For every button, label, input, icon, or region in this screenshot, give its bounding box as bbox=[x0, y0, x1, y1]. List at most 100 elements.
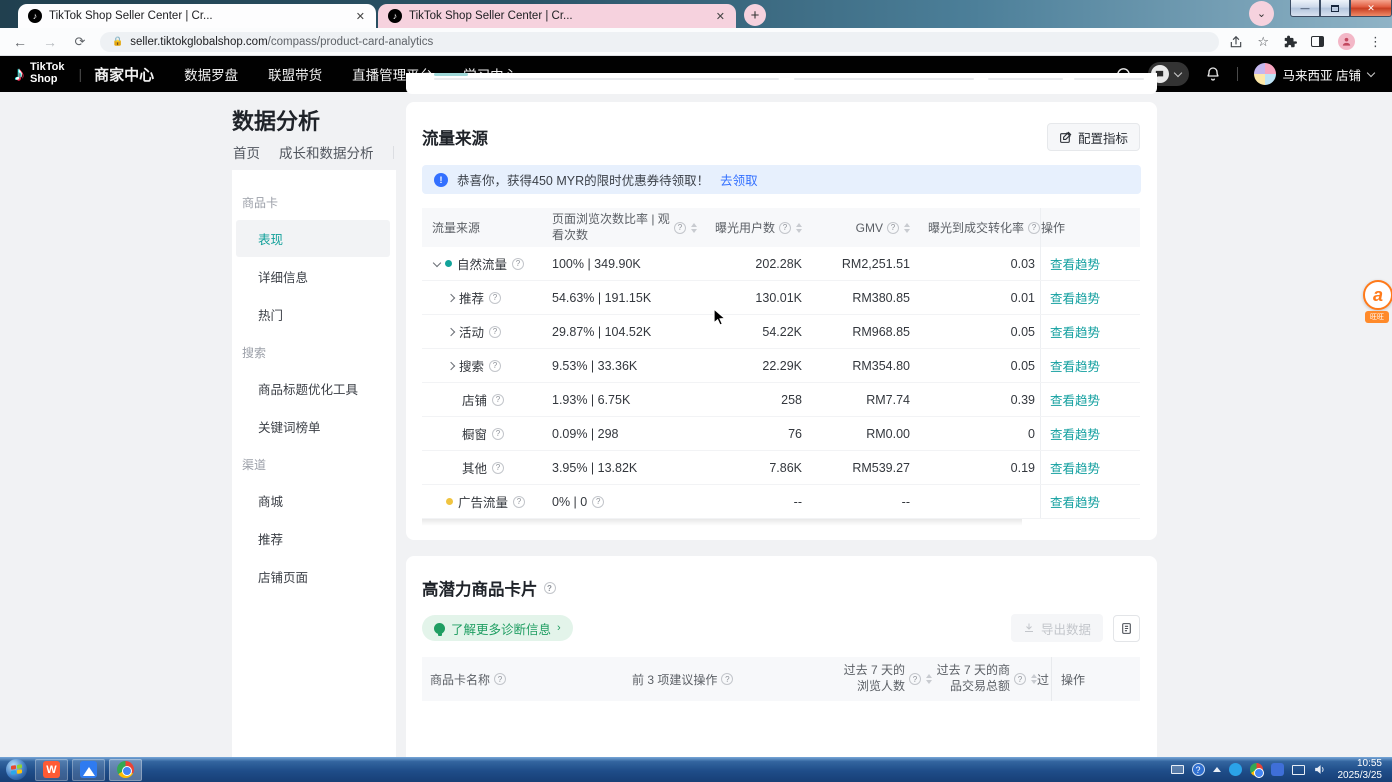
sidebar-item-商品标题优化工具[interactable]: 商品标题优化工具 bbox=[236, 370, 390, 407]
column-label: 前 3 项建议操作 bbox=[632, 671, 717, 688]
pageview-ratio-value: 1.93% | 6.75K bbox=[552, 393, 712, 407]
browser-profile-avatar[interactable] bbox=[1338, 33, 1355, 50]
sidebar-item-表现[interactable]: 表现 bbox=[236, 220, 390, 257]
expand-right-icon[interactable] bbox=[447, 361, 455, 369]
bell-icon[interactable] bbox=[1205, 66, 1221, 82]
store-switcher[interactable]: 马来西亚 店铺 bbox=[1254, 63, 1374, 85]
info-icon[interactable]: ? bbox=[492, 394, 504, 406]
info-icon[interactable]: ? bbox=[494, 673, 506, 685]
exposed-users-value: 202.28K bbox=[712, 257, 802, 271]
tab-search-chevron-icon[interactable]: ⌄ bbox=[1249, 1, 1274, 26]
side-panel-icon[interactable] bbox=[1311, 36, 1324, 47]
sidebar-item-详细信息[interactable]: 详细信息 bbox=[236, 258, 390, 295]
column-label: 操作 bbox=[1061, 671, 1085, 688]
configure-metrics-button[interactable]: 配置指标 bbox=[1047, 123, 1140, 151]
start-button[interactable] bbox=[6, 759, 27, 780]
ratio-text: 0% | 0 bbox=[552, 495, 587, 509]
taskbar-app-icon[interactable] bbox=[72, 759, 105, 781]
bookmark-star-icon[interactable]: ☆ bbox=[1257, 34, 1269, 50]
page-tab-2[interactable]: 成长和数据分析 bbox=[279, 142, 374, 168]
info-icon[interactable]: ? bbox=[779, 222, 791, 234]
window-minimize-button[interactable]: — bbox=[1290, 0, 1320, 17]
taskbar-chrome-icon[interactable] bbox=[109, 759, 142, 781]
wangwang-float-widget[interactable]: a 旺旺 bbox=[1363, 280, 1392, 323]
potential-info-icon[interactable]: ? bbox=[544, 582, 556, 594]
info-icon[interactable]: ? bbox=[1014, 673, 1026, 685]
store-name: 马来西亚 店铺 bbox=[1283, 65, 1361, 84]
view-trend-link[interactable]: 查看趋势 bbox=[1050, 322, 1100, 341]
tray-keyboard-icon[interactable] bbox=[1171, 765, 1184, 774]
view-trend-link[interactable]: 查看趋势 bbox=[1050, 424, 1100, 443]
ratio-text: 0.09% | 298 bbox=[552, 427, 619, 441]
tray-volume-icon[interactable] bbox=[1313, 763, 1326, 776]
report-doc-button[interactable] bbox=[1113, 615, 1140, 642]
info-icon[interactable]: ? bbox=[513, 496, 525, 508]
sidebar-item-商城[interactable]: 商城 bbox=[236, 482, 390, 519]
sidebar-item-热门[interactable]: 热门 bbox=[236, 296, 390, 333]
tray-app2-icon[interactable] bbox=[1271, 763, 1284, 776]
view-trend-link[interactable]: 查看趋势 bbox=[1050, 458, 1100, 477]
info-icon[interactable]: ? bbox=[492, 462, 504, 474]
info-icon[interactable]: ? bbox=[887, 222, 899, 234]
column-label: 曝光用户数 bbox=[715, 219, 775, 236]
url-omnibox[interactable]: 🔒 seller.tiktokglobalshop.com/compass/pr… bbox=[100, 32, 1219, 52]
diagnose-link[interactable]: 了解更多诊断信息 › bbox=[422, 615, 573, 641]
info-icon[interactable]: ? bbox=[592, 496, 604, 508]
window-maximize-button[interactable] bbox=[1320, 0, 1350, 17]
info-icon[interactable]: ? bbox=[721, 673, 733, 685]
expand-right-icon[interactable] bbox=[447, 327, 455, 335]
nav-item-2[interactable]: 数据罗盘 bbox=[184, 64, 238, 84]
view-trend-link[interactable]: 查看趋势 bbox=[1050, 390, 1100, 409]
view-trend-link[interactable]: 查看趋势 bbox=[1050, 356, 1100, 375]
window-close-button[interactable]: ✕ bbox=[1350, 0, 1392, 17]
info-icon[interactable]: ? bbox=[1028, 222, 1040, 234]
tab-close-icon[interactable]: ✕ bbox=[353, 10, 368, 23]
brand-top: TikTok bbox=[30, 61, 64, 73]
share-icon[interactable] bbox=[1229, 35, 1243, 49]
expand-down-icon[interactable] bbox=[433, 258, 441, 266]
potential-table-header: 商品卡名称?前 3 项建议操作?过去 7 天的浏览人数?过去 7 天的商品交易总… bbox=[422, 657, 1140, 701]
sidebar-item-推荐[interactable]: 推荐 bbox=[236, 520, 390, 557]
tray-help-icon[interactable]: ? bbox=[1192, 763, 1205, 776]
extensions-puzzle-icon[interactable] bbox=[1283, 35, 1297, 49]
page-tab-1[interactable]: 首页 bbox=[233, 142, 260, 168]
taskbar-wps-icon[interactable]: W bbox=[35, 759, 68, 781]
back-button[interactable]: ← bbox=[10, 34, 30, 50]
view-trend-link[interactable]: 查看趋势 bbox=[1050, 288, 1100, 307]
new-tab-button[interactable]: + bbox=[744, 4, 766, 26]
tray-network-icon[interactable] bbox=[1292, 765, 1305, 775]
info-icon[interactable]: ? bbox=[674, 222, 686, 234]
sidebar-item-关键词榜单[interactable]: 关键词榜单 bbox=[236, 408, 390, 445]
sidebar-item-店铺页面[interactable]: 店铺页面 bbox=[236, 558, 390, 595]
browser-menu-icon[interactable]: ⋮ bbox=[1369, 34, 1382, 50]
tiktok-shop-logo[interactable]: ♪ TikTokShop bbox=[14, 62, 64, 85]
tray-expand-icon[interactable] bbox=[1213, 767, 1221, 772]
traffic-card-header: 流量来源 配置指标 bbox=[406, 102, 1157, 151]
column-label: 商品卡名称 bbox=[430, 671, 490, 688]
browser-tab-2[interactable]: ♪TikTok Shop Seller Center | Cr...✕ bbox=[378, 4, 736, 28]
info-icon[interactable]: ? bbox=[489, 326, 501, 338]
reload-button[interactable]: ⟳ bbox=[70, 34, 90, 50]
info-icon[interactable]: ? bbox=[512, 258, 524, 270]
pageview-ratio-value: 3.95% | 13.82K bbox=[552, 461, 712, 475]
tray-app1-icon[interactable] bbox=[1229, 763, 1242, 776]
expand-right-icon[interactable] bbox=[447, 293, 455, 301]
taskbar-clock[interactable]: 10:55 2025/3/25 bbox=[1338, 758, 1383, 781]
info-icon[interactable]: ? bbox=[492, 428, 504, 440]
export-data-button[interactable]: 导出数据 bbox=[1011, 614, 1103, 642]
forward-button[interactable]: → bbox=[40, 34, 60, 50]
nav-item-1[interactable]: 商家中心 bbox=[94, 64, 154, 85]
tray-chrome-icon[interactable] bbox=[1250, 763, 1263, 776]
browser-tab-1[interactable]: ♪TikTok Shop Seller Center | Cr...✕ bbox=[18, 4, 376, 28]
view-trend-link[interactable]: 查看趋势 bbox=[1050, 254, 1100, 273]
sort-icon[interactable] bbox=[691, 223, 697, 233]
info-icon[interactable]: ? bbox=[489, 360, 501, 372]
conversion-rate-value: 0.05 bbox=[910, 325, 1040, 339]
claim-coupon-link[interactable]: 去领取 bbox=[720, 170, 758, 189]
sidebar: 商品卡表现详细信息热门搜索商品标题优化工具关键词榜单渠道商城推荐店铺页面 bbox=[232, 170, 396, 782]
tab-close-icon[interactable]: ✕ bbox=[713, 10, 728, 23]
view-trend-link[interactable]: 查看趋势 bbox=[1050, 492, 1100, 511]
info-icon[interactable]: ? bbox=[909, 673, 921, 685]
nav-item-3[interactable]: 联盟带货 bbox=[268, 64, 322, 84]
info-icon[interactable]: ? bbox=[489, 292, 501, 304]
